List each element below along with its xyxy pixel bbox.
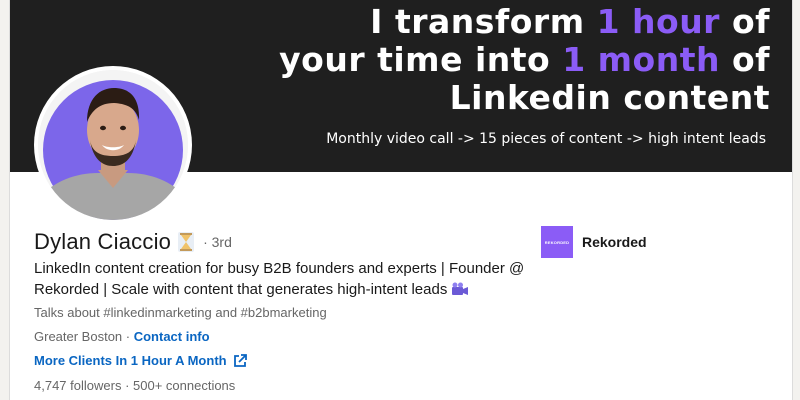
profile-name: Dylan Ciaccio	[34, 229, 172, 254]
profile-name-row: Dylan Ciaccio · 3rd	[34, 229, 232, 255]
avatar-photo	[38, 70, 188, 220]
banner-highlight-1-month: 1 month	[562, 40, 720, 79]
website-link[interactable]: More Clients In 1 Hour A Month	[34, 353, 247, 368]
contact-info-link[interactable]: Contact info	[134, 329, 210, 344]
company-logo: REKORDED	[541, 226, 573, 258]
location-separator: ·	[122, 329, 134, 344]
banner-headline-line-2: your time into 1 month of	[279, 40, 770, 79]
profile-page: I transform 1 hour of your time into 1 m…	[0, 0, 800, 400]
profile-avatar[interactable]	[34, 66, 192, 224]
stats-separator: ·	[121, 378, 134, 393]
profile-card: I transform 1 hour of your time into 1 m…	[9, 0, 793, 400]
followers-count[interactable]: 4,747 followers	[34, 378, 121, 393]
banner-highlight-1-hour: 1 hour	[596, 2, 720, 41]
talks-about: Talks about #linkedinmarketing and #b2bm…	[34, 305, 327, 320]
profile-headline: LinkedIn content creation for busy B2B f…	[34, 258, 534, 300]
banner-subtitle: Monthly video call -> 15 pieces of conte…	[326, 131, 766, 147]
hourglass-icon	[177, 231, 195, 253]
network-stats: 4,747 followers · 500+ connections	[34, 378, 235, 393]
location-row: Greater Boston · Contact info	[34, 329, 210, 344]
connection-degree: · 3rd	[203, 234, 232, 250]
banner-headline-line-1: I transform 1 hour of	[370, 2, 770, 41]
external-link-icon	[233, 353, 247, 368]
current-company[interactable]: REKORDED Rekorded	[541, 226, 647, 258]
website-link-label: More Clients In 1 Hour A Month	[34, 353, 227, 368]
connections-count[interactable]: 500+ connections	[133, 378, 235, 393]
location-text: Greater Boston	[34, 329, 123, 344]
company-name: Rekorded	[582, 234, 647, 250]
person-portrait-image	[38, 70, 188, 220]
movie-camera-icon	[451, 281, 469, 295]
banner-headline-line-3: Linkedin content	[449, 78, 770, 117]
